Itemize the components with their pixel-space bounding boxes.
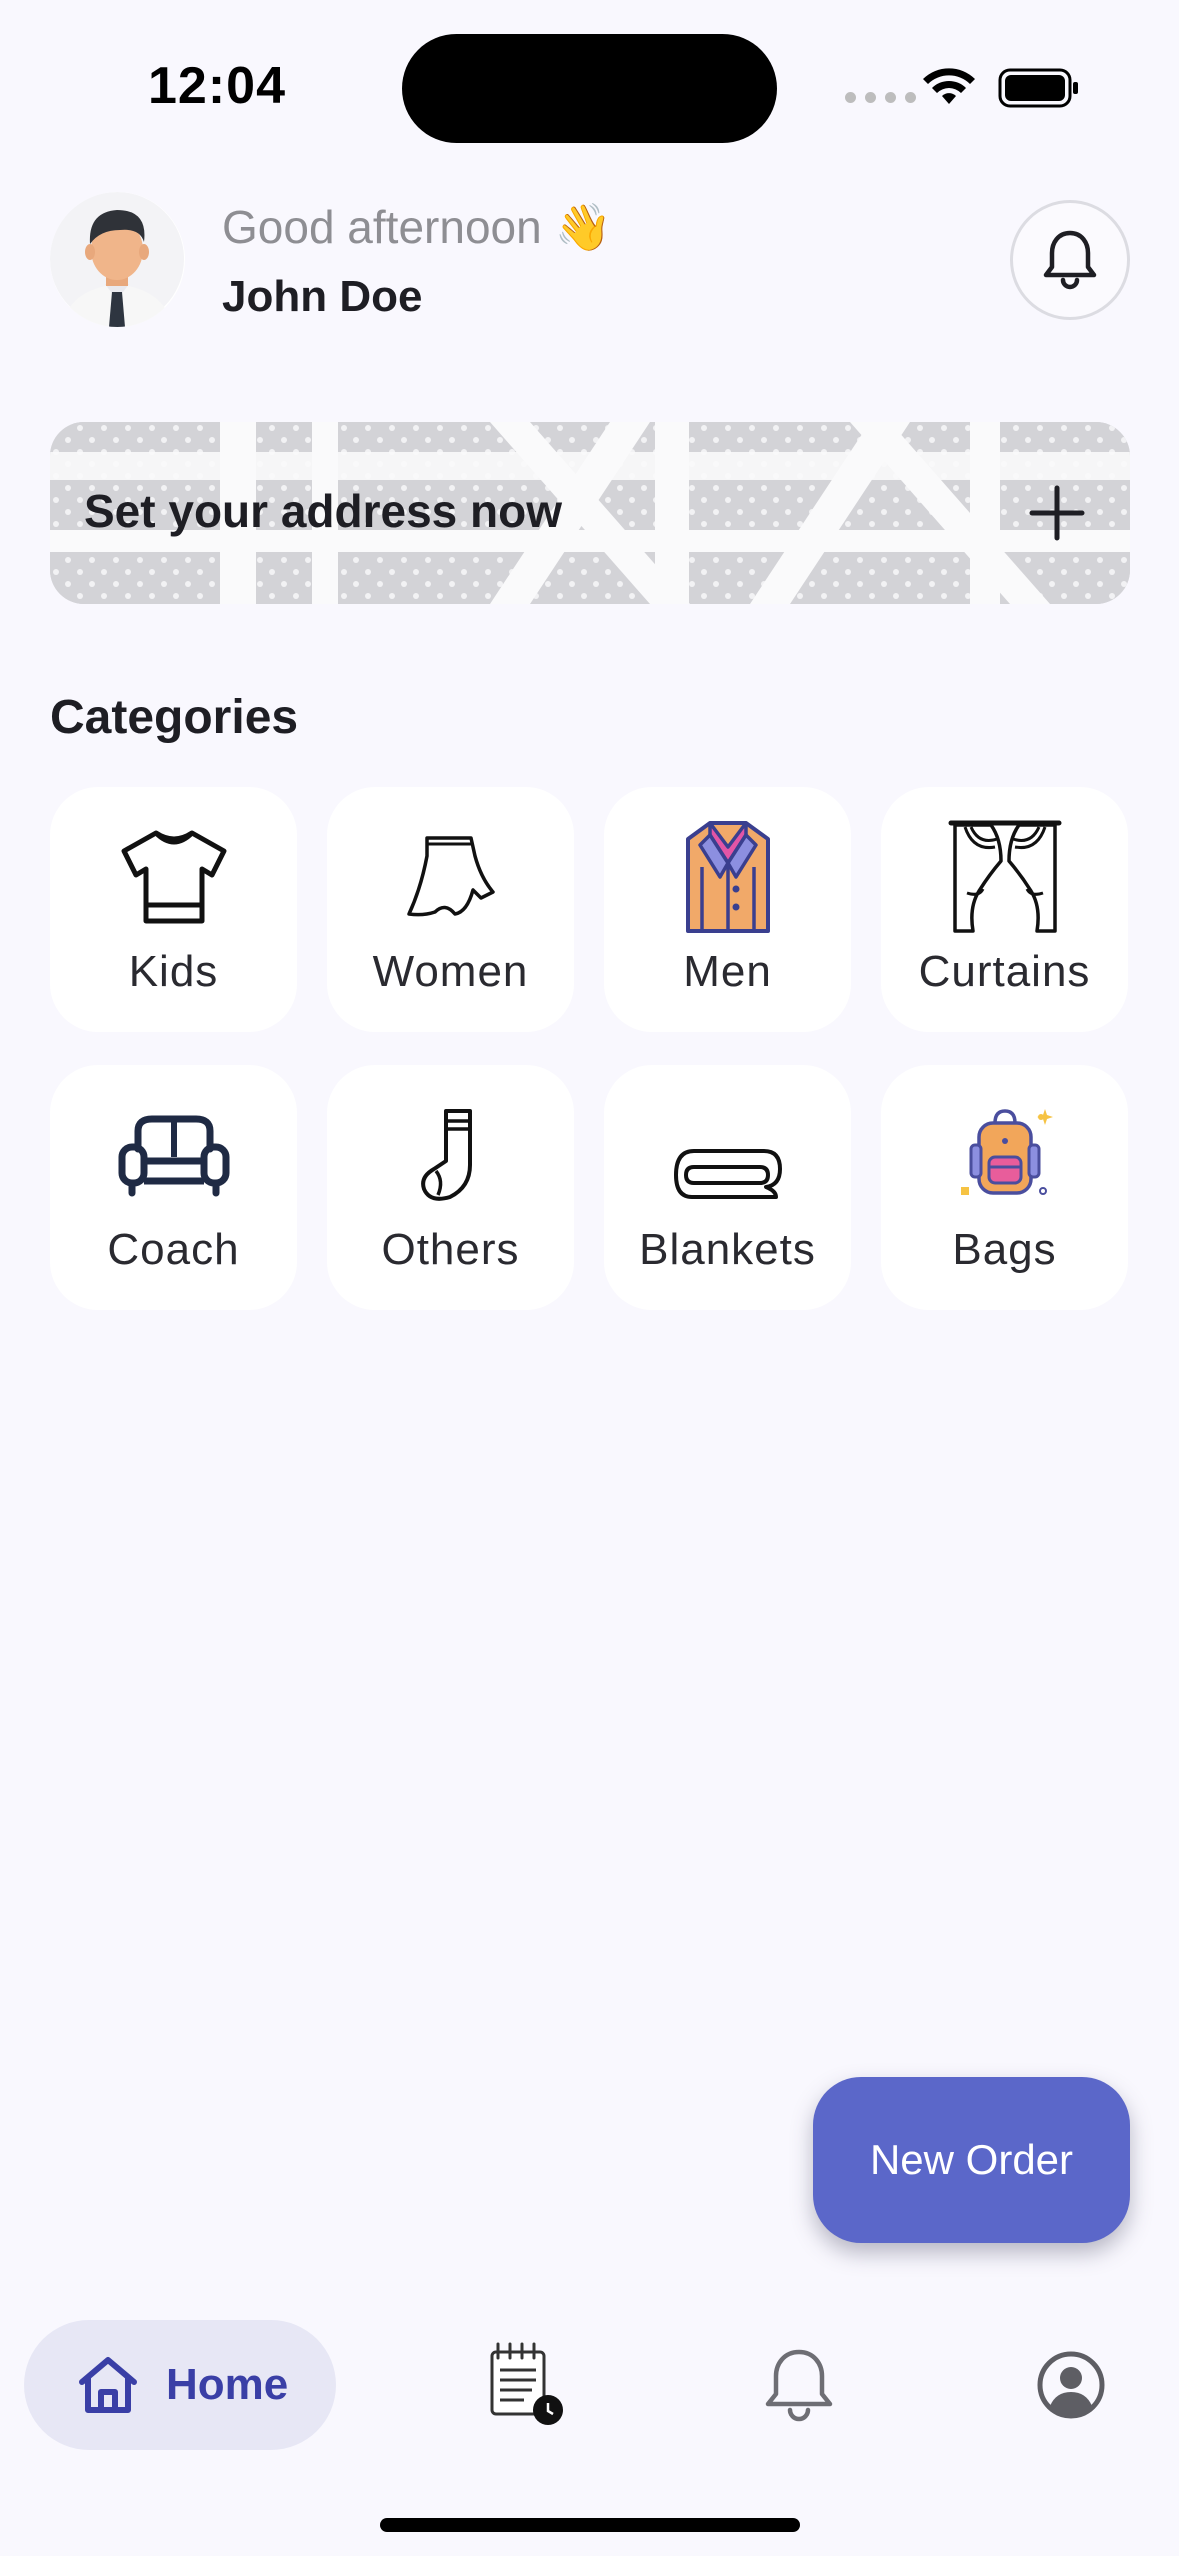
avatar[interactable] — [50, 192, 185, 327]
sock-icon — [420, 1109, 472, 1201]
category-label: Bags — [952, 1225, 1057, 1274]
category-label: Women — [372, 947, 529, 996]
bell-icon — [1043, 230, 1097, 290]
category-label: Curtains — [918, 947, 1091, 996]
category-others[interactable]: Others — [327, 1065, 574, 1310]
tshirt-icon — [121, 830, 226, 924]
category-bags[interactable]: Bags — [881, 1065, 1128, 1310]
dynamic-island — [402, 34, 777, 143]
orders-icon[interactable] — [484, 2340, 570, 2430]
jacket-icon — [685, 821, 770, 933]
skirt-icon — [406, 836, 495, 917]
category-blankets[interactable]: Blankets — [604, 1065, 851, 1310]
backpack-icon — [960, 1109, 1053, 1195]
wifi-icon — [923, 68, 975, 104]
nav-home-label: Home — [166, 2360, 289, 2409]
cellular-signal-icon — [845, 92, 916, 103]
user-name: John Doe — [222, 272, 423, 321]
notifications-button[interactable] — [1010, 200, 1130, 320]
category-women[interactable]: Women — [327, 787, 574, 1032]
user-photo-icon — [50, 192, 184, 327]
curtains-icon — [948, 820, 1061, 933]
category-label: Blankets — [639, 1225, 816, 1274]
home-indicator — [380, 2518, 800, 2532]
greeting-text: Good afternoon 👋 — [222, 201, 612, 253]
sofa-icon — [118, 1115, 229, 1197]
category-label: Others — [381, 1225, 520, 1274]
category-kids[interactable]: Kids — [50, 787, 297, 1032]
category-coach[interactable]: Coach — [50, 1065, 297, 1310]
set-address-banner[interactable]: Set your address now — [50, 422, 1130, 604]
new-order-button[interactable]: New Order — [813, 2077, 1130, 2243]
nav-notifications-icon[interactable] — [762, 2346, 836, 2426]
status-time: 12:04 — [148, 57, 286, 115]
nav-home[interactable]: Home — [24, 2320, 336, 2450]
profile-icon[interactable] — [1036, 2350, 1106, 2420]
category-men[interactable]: Men — [604, 787, 851, 1032]
plus-icon — [1029, 485, 1085, 541]
categories-grid: Kids Women Men Curtains Coach Others Bla… — [50, 787, 1130, 1310]
set-address-label: Set your address now — [84, 485, 563, 537]
home-icon — [79, 2357, 137, 2413]
category-label: Coach — [107, 1225, 240, 1274]
category-curtains[interactable]: Curtains — [881, 787, 1128, 1032]
category-label: Men — [683, 947, 772, 996]
blanket-icon — [673, 1149, 782, 1199]
battery-icon — [998, 68, 1078, 108]
categories-heading: Categories — [50, 691, 299, 744]
category-label: Kids — [128, 947, 219, 996]
